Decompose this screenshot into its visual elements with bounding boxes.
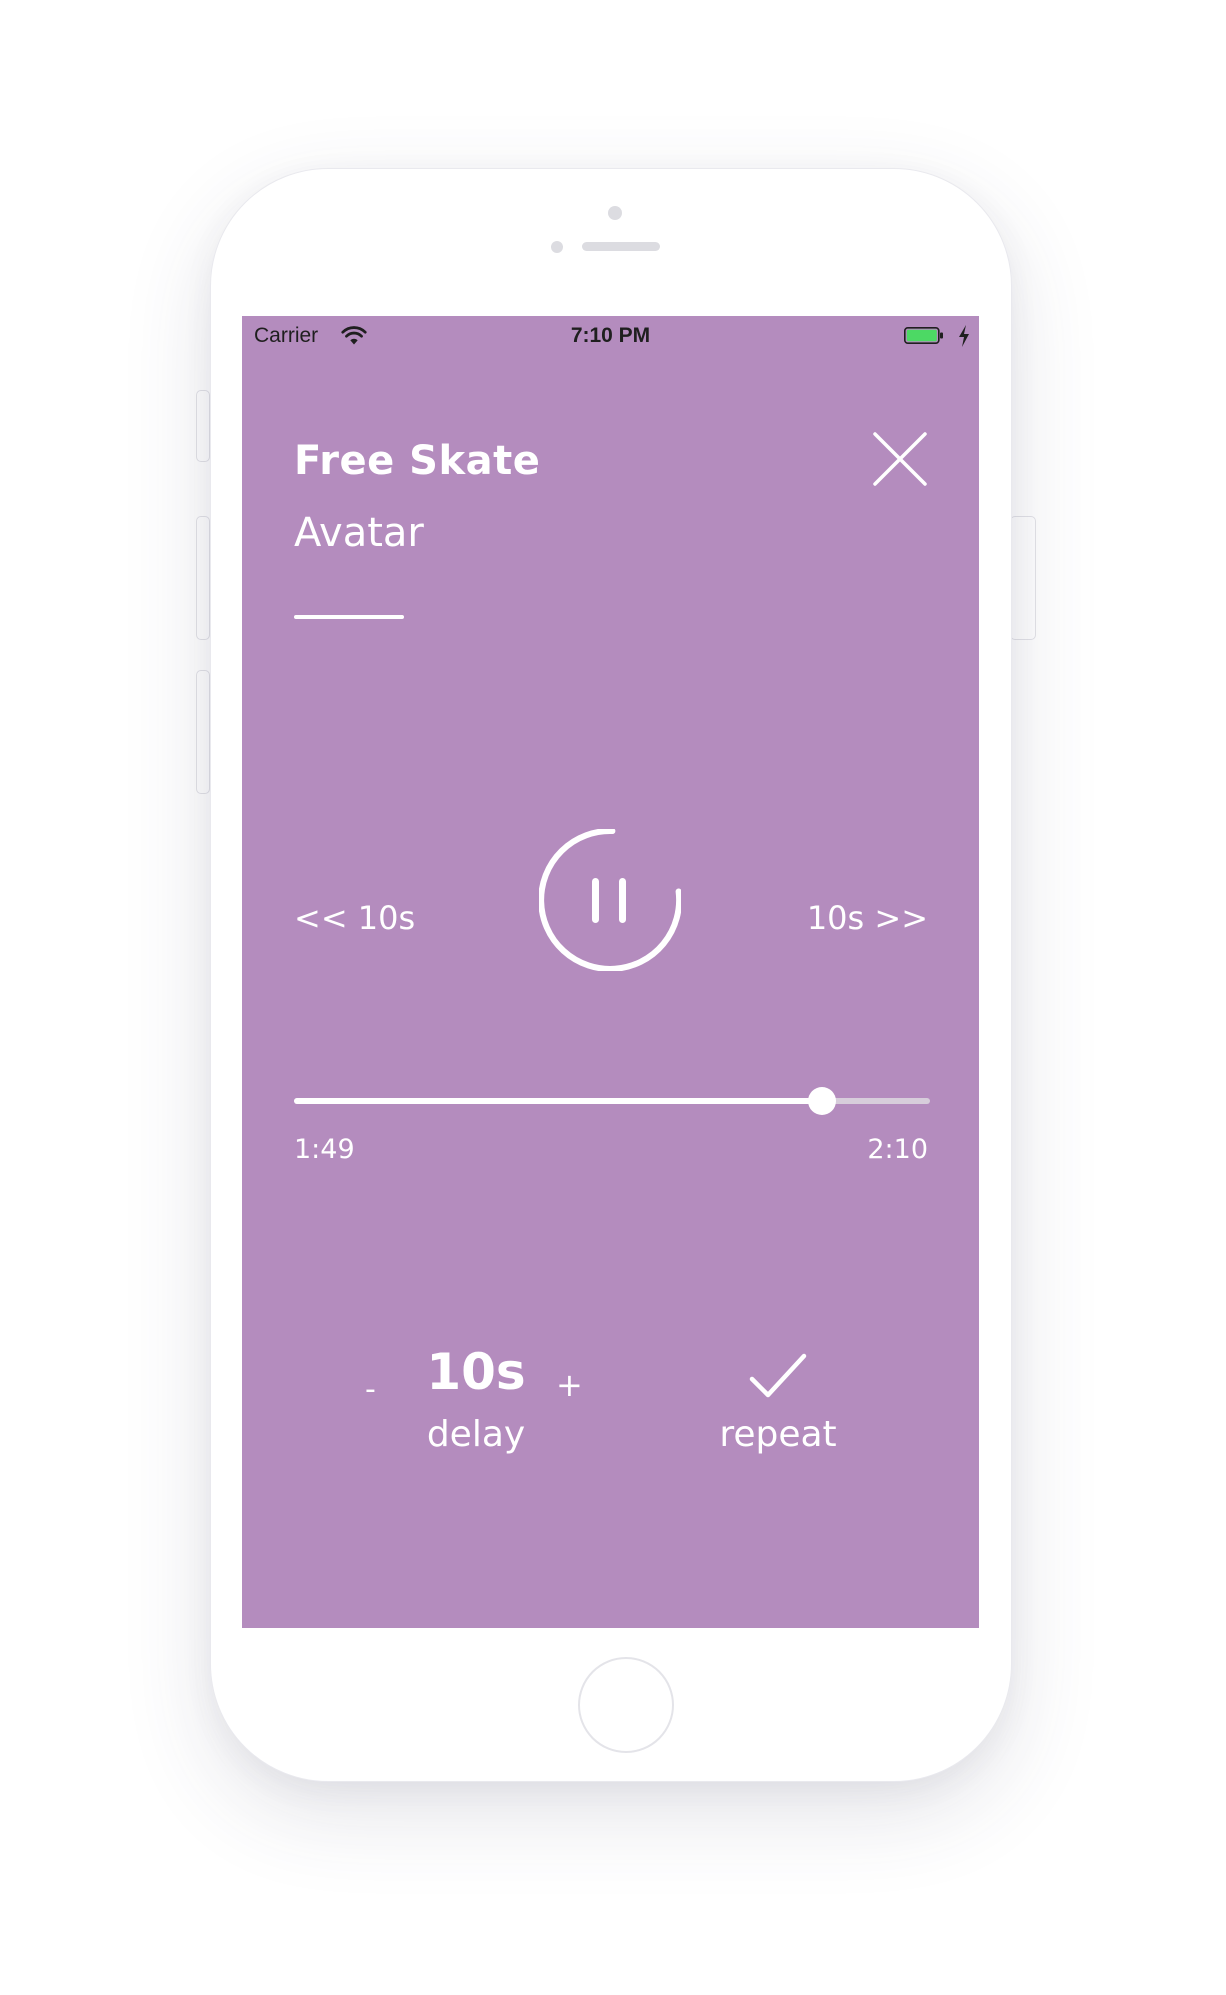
track-subtitle: Avatar	[294, 510, 424, 556]
checkmark-icon[interactable]	[749, 1352, 807, 1400]
battery-charging-icon	[904, 327, 943, 344]
forward-10s-button[interactable]: 10s >>	[807, 899, 928, 937]
close-icon[interactable]	[872, 431, 928, 487]
track-title: Free Skate	[294, 438, 541, 484]
total-time: 2:10	[867, 1134, 928, 1165]
progress-fill	[294, 1098, 822, 1104]
delay-increase-button[interactable]: +	[556, 1366, 583, 1404]
home-button[interactable]	[578, 1657, 674, 1753]
mockup-stage: Carrier 7:10 PM Free Skate Avatar << 10s…	[0, 0, 1226, 1995]
progress-thumb[interactable]	[807, 1087, 836, 1115]
status-bar: Carrier 7:10 PM	[242, 316, 979, 356]
mute-switch	[196, 390, 210, 462]
front-camera	[608, 206, 622, 220]
pause-icon[interactable]	[539, 829, 681, 971]
delay-decrease-button[interactable]: -	[365, 1372, 376, 1407]
volume-up-button	[196, 516, 210, 640]
delay-label: delay	[426, 1414, 526, 1455]
charging-bolt-icon	[959, 325, 969, 347]
repeat-toggle[interactable]: repeat	[708, 1414, 848, 1455]
delay-value: 10s	[426, 1343, 526, 1401]
rewind-10s-button[interactable]: << 10s	[294, 899, 415, 937]
proximity-sensor	[551, 241, 563, 253]
status-time: 7:10 PM	[570, 324, 651, 347]
earpiece-speaker	[582, 242, 660, 251]
title-divider	[294, 615, 404, 619]
power-button	[1010, 516, 1036, 640]
player-screen: Carrier 7:10 PM Free Skate Avatar << 10s…	[242, 316, 979, 1628]
volume-down-button	[196, 670, 210, 794]
progress-slider[interactable]	[294, 1086, 930, 1116]
elapsed-time: 1:49	[294, 1134, 355, 1165]
